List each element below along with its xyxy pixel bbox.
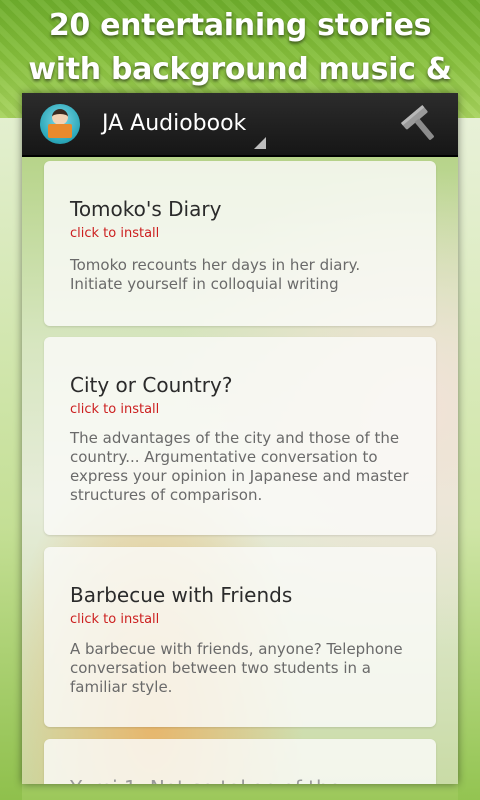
story-card-city-or-country[interactable]: City or Country? click to install The ad…	[44, 337, 436, 535]
audiobook-app-icon[interactable]	[40, 104, 80, 144]
story-list: Tomoko's Diary click to install Tomoko r…	[22, 157, 458, 784]
side-decoration-left	[0, 118, 22, 800]
app-icon-book	[48, 124, 72, 138]
hammer-icon	[400, 105, 434, 140]
story-title: Barbecue with Friends	[70, 583, 293, 607]
screen: 20 entertaining stories with background …	[0, 0, 480, 800]
action-bar: JA Audiobook	[22, 93, 458, 157]
story-description: A barbecue with friends, anyone? Telepho…	[70, 640, 403, 696]
install-link[interactable]: click to install	[70, 401, 159, 418]
story-title: City or Country?	[70, 373, 233, 397]
promo-line-1: 20 entertaining stories	[48, 8, 432, 43]
story-card-tomokos-diary[interactable]: Tomoko's Diary click to install Tomoko r…	[44, 161, 436, 326]
story-card-partial[interactable]: Yumi 1: Not so taken of the	[44, 739, 436, 784]
story-title: Tomoko's Diary	[70, 197, 222, 221]
install-link[interactable]: click to install	[70, 611, 159, 628]
story-description: Tomoko recounts her days in her diary. I…	[70, 256, 361, 293]
story-card-barbecue-with-friends[interactable]: Barbecue with Friends click to install A…	[44, 547, 436, 727]
spinner-indicator-icon	[254, 137, 266, 149]
app-title-spinner[interactable]: JA Audiobook	[102, 109, 246, 139]
story-title: Yumi 1: Not so taken of the	[70, 775, 341, 784]
app-icon-figure	[52, 109, 68, 125]
side-decoration-right	[458, 118, 480, 800]
story-description: The advantages of the city and those of …	[70, 429, 409, 504]
app-screenshot-frame: JA Audiobook Tomoko's Diary click to ins…	[22, 93, 458, 784]
install-link[interactable]: click to install	[70, 225, 159, 242]
settings-button[interactable]	[398, 103, 442, 145]
